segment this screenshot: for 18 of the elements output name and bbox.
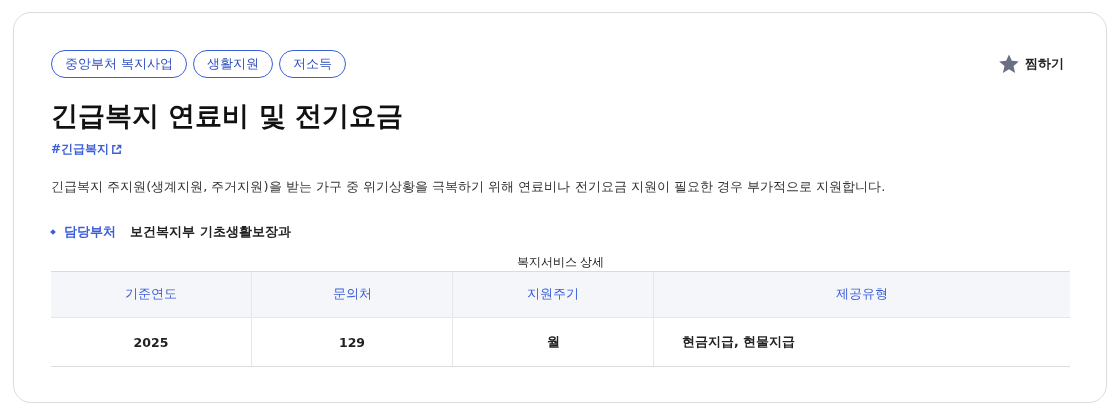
bullet-icon (50, 229, 56, 235)
external-link-icon (111, 144, 123, 155)
column-header: 기준연도 (51, 271, 252, 318)
table-cell: 2025 (51, 317, 252, 367)
department-label: 담당부처 (64, 223, 116, 241)
table-cell: 월 (452, 317, 654, 367)
description-text: 긴급복지 주지원(생계지원, 주거지원)을 받는 가구 중 위기상황을 극복하기 위해 연료비나 전기요금 지원이 필요한 경우 부가적으로 지원합니다. (51, 178, 887, 196)
table-cell: 현금지급, 현물지급 (653, 317, 1070, 367)
star-icon (998, 53, 1020, 75)
department-value: 보건복지부 기초생활보장과 (130, 223, 291, 241)
page-title: 긴급복지 연료비 및 전기요금 (51, 99, 405, 133)
hashtag-link[interactable]: #긴급복지 (51, 141, 123, 158)
favorite-button[interactable]: 찜하기 (998, 53, 1064, 75)
column-header: 지원주기 (452, 271, 654, 318)
column-header: 제공유형 (653, 271, 1070, 318)
column-header: 문의처 (251, 271, 453, 318)
table-cell: 129 (251, 317, 453, 367)
table-caption: 복지서비스 상세 (515, 254, 606, 271)
